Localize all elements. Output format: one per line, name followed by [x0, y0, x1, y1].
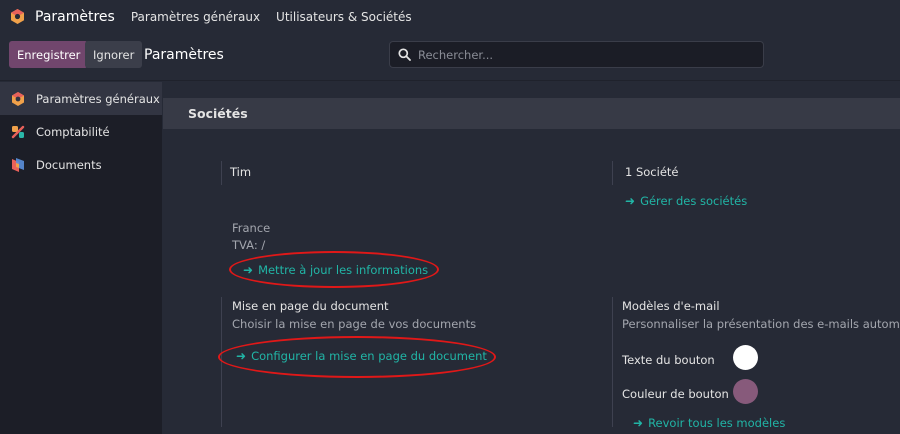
setting-separator [221, 297, 222, 427]
arrow-right-icon: ➜ [633, 416, 644, 430]
configure-layout-link[interactable]: ➜ Configurer la mise en page du document [236, 349, 487, 363]
sidebar-item-general-settings[interactable]: Paramètres généraux [0, 82, 162, 115]
sidebar-item-documents[interactable]: Documents [0, 148, 162, 181]
layout-desc: Choisir la mise en page de vos documents [232, 317, 477, 331]
layout-title: Mise en page du document [232, 299, 389, 313]
odoo-settings-icon [10, 91, 26, 107]
setting-separator [612, 161, 613, 185]
company-country: France [232, 221, 271, 235]
button-color-label: Couleur de bouton [622, 387, 729, 401]
button-text-label: Texte du bouton [622, 353, 715, 367]
top-navbar: Paramètres Paramètres généraux Utilisate… [0, 0, 900, 33]
documents-icon [10, 157, 26, 173]
sidebar-item-label: Paramètres généraux [36, 91, 160, 106]
setting-separator [221, 161, 222, 185]
company-vat: TVA: / [232, 238, 266, 252]
arrow-right-icon: ➜ [243, 263, 254, 277]
app-name[interactable]: Paramètres [35, 9, 115, 25]
setting-separator [612, 297, 613, 427]
nav-users-companies[interactable]: Utilisateurs & Sociétés [276, 10, 412, 24]
control-panel: Enregistrer Ignorer Paramètres Recherche… [0, 33, 900, 81]
sidebar-item-accounting[interactable]: Comptabilité [0, 115, 162, 148]
arrow-right-icon: ➜ [625, 194, 636, 208]
sidebar-item-label: Comptabilité [36, 124, 110, 139]
sidebar-item-label: Documents [36, 157, 102, 172]
section-header: Sociétés [163, 98, 900, 129]
email-templates-title: Modèles d'e-mail [622, 299, 720, 313]
company-name: Tim [230, 165, 252, 179]
settings-main [163, 82, 900, 434]
nav-general-settings[interactable]: Paramètres généraux [131, 10, 260, 24]
button-color-picker[interactable] [733, 379, 758, 404]
odoo-settings-icon[interactable] [9, 8, 26, 25]
discard-button[interactable]: Ignorer [85, 41, 143, 68]
search-input[interactable]: Rechercher... [389, 41, 764, 68]
manage-companies-link[interactable]: ➜ Gérer des sociétés [625, 194, 747, 208]
button-text-color-picker[interactable] [733, 345, 758, 370]
configure-layout-label: Configurer la mise en page du document [251, 349, 487, 363]
page-title: Paramètres [144, 47, 224, 63]
arrow-right-icon: ➜ [236, 349, 247, 363]
email-templates-desc: Personnaliser la présentation des e-mail… [622, 317, 900, 331]
review-templates-label: Revoir tous les modèles [648, 416, 786, 430]
review-templates-link[interactable]: ➜ Revoir tous les modèles [633, 416, 785, 430]
save-button[interactable]: Enregistrer [9, 41, 89, 68]
section-title: Sociétés [188, 106, 248, 121]
accounting-icon [10, 124, 26, 140]
update-info-label: Mettre à jour les informations [258, 263, 429, 277]
manage-companies-label: Gérer des sociétés [640, 194, 748, 208]
update-info-link[interactable]: ➜ Mettre à jour les informations [243, 263, 428, 277]
companies-count: 1 Société [625, 165, 679, 179]
search-placeholder: Rechercher... [418, 47, 494, 62]
search-icon [398, 48, 411, 61]
